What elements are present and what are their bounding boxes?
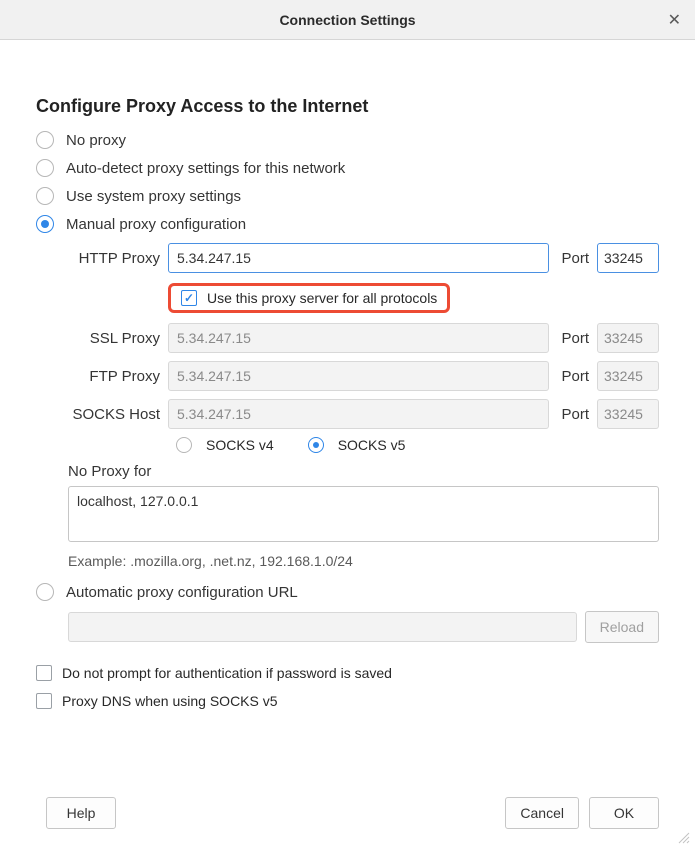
http-proxy-port-input[interactable] — [597, 243, 659, 273]
radio-label: Automatic proxy configuration URL — [66, 584, 298, 601]
titlebar: Connection Settings ✕ — [0, 0, 695, 40]
ftp-proxy-row: FTP Proxy Port — [68, 361, 659, 391]
ftp-proxy-label: FTP Proxy — [68, 368, 160, 385]
ssl-proxy-host-input — [168, 323, 549, 353]
radio-socks-v4[interactable] — [176, 437, 192, 453]
radio-icon — [36, 583, 54, 601]
share-proxy-checkbox[interactable] — [181, 290, 197, 306]
proxy-dns-label: Proxy DNS when using SOCKS v5 — [62, 693, 278, 709]
no-proxy-for-label: No Proxy for — [68, 463, 659, 480]
ftp-proxy-host-input — [168, 361, 549, 391]
manual-proxy-panel: HTTP Proxy Port Use this proxy server fo… — [68, 243, 659, 569]
pac-row: Reload — [68, 611, 659, 643]
radio-icon — [36, 187, 54, 205]
section-heading: Configure Proxy Access to the Internet — [36, 96, 659, 117]
radio-label: No proxy — [66, 132, 126, 149]
dialog-footer: Help Cancel OK — [36, 797, 659, 829]
radio-icon — [36, 215, 54, 233]
port-label: Port — [561, 406, 589, 423]
radio-label: Manual proxy configuration — [66, 216, 246, 233]
port-label: Port — [561, 250, 589, 267]
socks-v4-label: SOCKS v4 — [206, 437, 274, 453]
socks-port-input — [597, 399, 659, 429]
help-button[interactable]: Help — [46, 797, 116, 829]
port-label: Port — [561, 330, 589, 347]
radio-system-proxy[interactable]: Use system proxy settings — [36, 187, 659, 205]
socks-host-label: SOCKS Host — [68, 406, 160, 423]
radio-manual-proxy[interactable]: Manual proxy configuration — [36, 215, 659, 233]
reload-button: Reload — [585, 611, 659, 643]
socks-version-row: SOCKS v4 SOCKS v5 — [176, 437, 659, 453]
socks-v5-label: SOCKS v5 — [338, 437, 406, 453]
proxy-dns-row[interactable]: Proxy DNS when using SOCKS v5 — [36, 693, 659, 709]
ftp-proxy-port-input — [597, 361, 659, 391]
radio-auto-detect[interactable]: Auto-detect proxy settings for this netw… — [36, 159, 659, 177]
ssl-proxy-port-input — [597, 323, 659, 353]
http-proxy-label: HTTP Proxy — [68, 250, 160, 267]
close-icon[interactable]: ✕ — [668, 10, 681, 30]
radio-label: Auto-detect proxy settings for this netw… — [66, 160, 345, 177]
no-prompt-row[interactable]: Do not prompt for authentication if pass… — [36, 665, 659, 681]
share-proxy-highlight: Use this proxy server for all protocols — [168, 283, 450, 313]
radio-icon — [36, 131, 54, 149]
socks-host-input — [168, 399, 549, 429]
resize-grip-icon[interactable] — [677, 831, 691, 845]
ok-button[interactable]: OK — [589, 797, 659, 829]
socks-host-row: SOCKS Host Port — [68, 399, 659, 429]
no-proxy-example: Example: .mozilla.org, .net.nz, 192.168.… — [68, 553, 659, 569]
http-proxy-row: HTTP Proxy Port — [68, 243, 659, 273]
radio-pac-url[interactable]: Automatic proxy configuration URL — [36, 583, 659, 601]
http-proxy-host-input[interactable] — [168, 243, 549, 273]
no-proxy-for-textarea[interactable] — [68, 486, 659, 542]
port-label: Port — [561, 368, 589, 385]
ssl-proxy-label: SSL Proxy — [68, 330, 160, 347]
dialog-content: Configure Proxy Access to the Internet N… — [0, 40, 695, 709]
share-proxy-label: Use this proxy server for all protocols — [207, 290, 437, 306]
no-prompt-checkbox[interactable] — [36, 665, 52, 681]
proxy-dns-checkbox[interactable] — [36, 693, 52, 709]
dialog-title: Connection Settings — [279, 12, 415, 28]
radio-icon — [36, 159, 54, 177]
ssl-proxy-row: SSL Proxy Port — [68, 323, 659, 353]
cancel-button[interactable]: Cancel — [505, 797, 579, 829]
radio-socks-v5[interactable] — [308, 437, 324, 453]
radio-label: Use system proxy settings — [66, 188, 241, 205]
radio-no-proxy[interactable]: No proxy — [36, 131, 659, 149]
pac-url-input — [68, 612, 577, 642]
no-prompt-label: Do not prompt for authentication if pass… — [62, 665, 392, 681]
